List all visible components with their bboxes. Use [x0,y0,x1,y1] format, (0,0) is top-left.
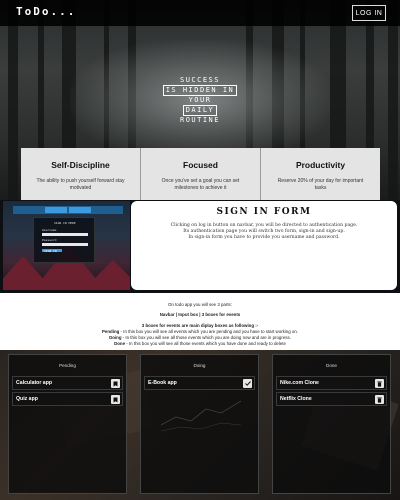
tagline-line: YOUR [188,96,212,104]
hero-tagline: SUCCESS IS HIDDEN IN YOUR DAILY ROUTINE [0,76,400,125]
trash-icon[interactable] [375,379,384,388]
signin-card: SIGN IN FORM Clicking on log in button o… [131,201,397,290]
task-item[interactable]: Calculator app [12,376,123,390]
trash-icon[interactable] [375,395,384,404]
feature-productivity: Productivity Reserve 20% of your day for… [260,148,380,202]
board-pending: Pending Calculator app Quiz app [8,354,127,494]
feature-title: Productivity [295,160,346,170]
info-row-pending: Pending - In this box you will see all e… [102,329,298,334]
board-done: Done Nike.com Clone Netflix Clone [272,354,391,494]
preview-button-label: SIGN IN [44,249,57,253]
info-row-doing: Doing - In this box you will see all tho… [109,335,291,340]
preview-tabs [45,207,93,213]
app-logo[interactable]: ToDo... [16,5,76,18]
board-title: Doing [193,363,206,368]
task-label: Quiz app [16,396,38,402]
feature-focused: Focused Once you've set a goal you can s… [140,148,260,202]
feature-title: Focused [183,160,218,170]
signin-title: SIGN IN FORM [216,207,312,217]
feature-title: Self-Discipline [51,160,110,170]
task-label: Nike.com Clone [280,380,319,386]
board-doing: Doing E-Book app [140,354,259,494]
preview-form: SIGN IN HERE Username Password SIGN IN [33,217,95,263]
info-intro: On todo app you will see 3 parts: [168,302,232,307]
info-row-done: Done - In this box you will see all thos… [114,341,286,346]
preview-title: SIGN IN HERE [54,221,76,225]
info-boxes-heading: 3 boxes for events are main diplay boxes… [141,323,259,328]
signin-description: Clicking on log in button on navbar, you… [151,223,377,242]
feature-self-discipline: Self-Discipline The ability to push your… [21,148,140,202]
preview-field-label: Password [42,238,57,242]
login-button[interactable]: LOG IN [352,5,386,21]
info-parts: Navbar | Input box | 3 boxes for events [159,312,241,317]
navbar: ToDo... LOG IN [0,0,400,26]
desk-sketch-decoration [161,400,241,432]
tagline-line: ROUTINE [179,116,220,124]
bookmark-icon[interactable] [111,379,120,388]
signin-preview-image: SIGN IN HERE Username Password SIGN IN [3,201,130,290]
task-label: Calculator app [16,380,53,386]
preview-field-label: Username [42,228,57,232]
task-item[interactable]: Quiz app [12,392,123,406]
tagline-line: IS HIDDEN IN [0,85,400,96]
task-label: E-Book app [148,380,177,386]
task-label: Netflix Clone [280,396,312,402]
task-item[interactable]: E-Book app [144,376,255,390]
feature-desc: Reserve 20% of your day for important ta… [277,178,364,191]
preview-input [42,233,88,236]
features-strip: Self-Discipline The ability to push your… [21,148,380,202]
bookmark-icon[interactable] [111,395,120,404]
preview-input [42,243,88,246]
tagline-line: DAILY [0,105,400,116]
feature-desc: Once you've set a goal you can set miles… [161,178,240,191]
signin-line: In sign-in form you have to provide you … [188,235,340,241]
feature-desc: The ability to push yourself forward sta… [36,178,125,191]
tagline-line: SUCCESS [179,76,220,84]
board-title: Done [326,363,337,368]
check-icon[interactable] [243,379,252,388]
task-item[interactable]: Netflix Clone [276,392,387,406]
board-title: Pending [59,363,76,368]
task-item[interactable]: Nike.com Clone [276,376,387,390]
